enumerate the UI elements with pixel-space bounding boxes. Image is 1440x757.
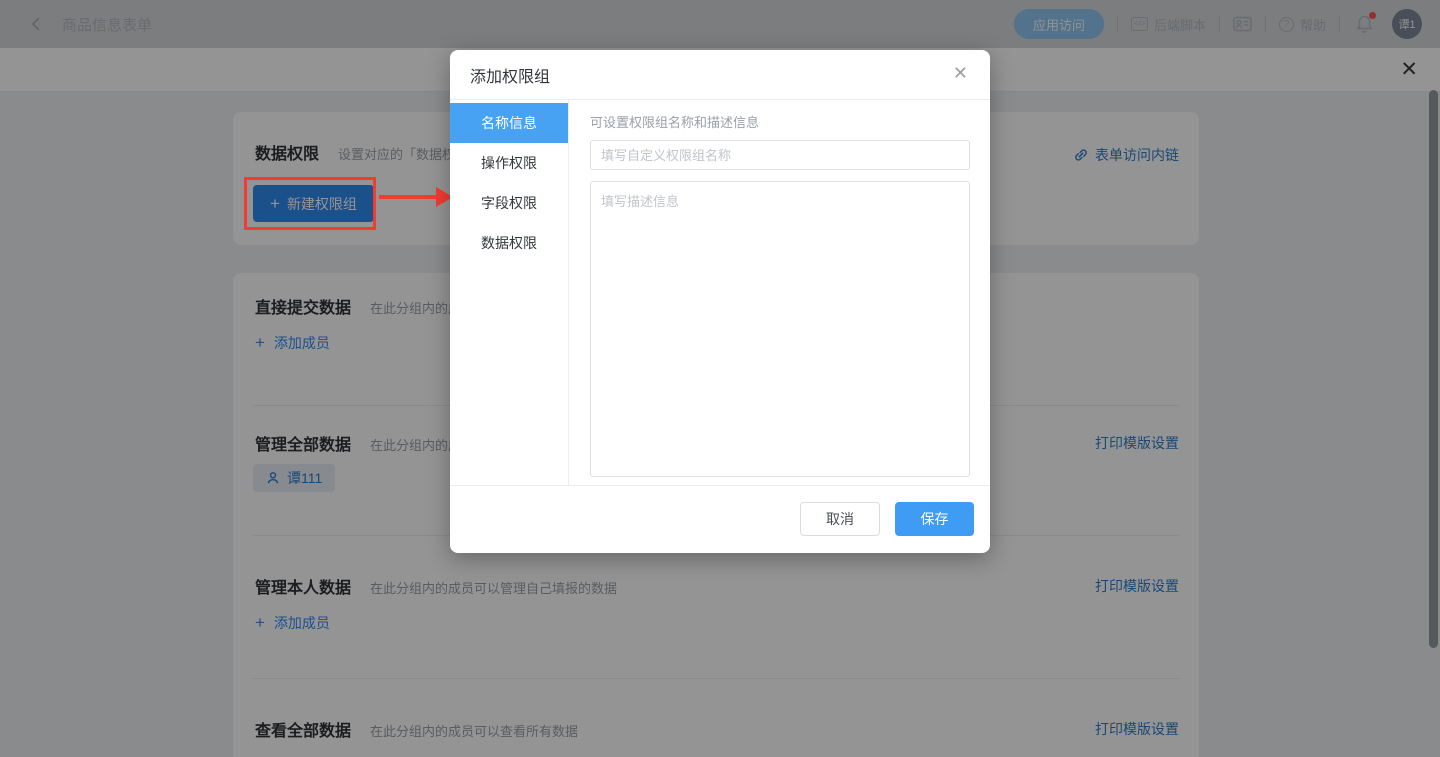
- annotation-highlight-box: [244, 177, 376, 230]
- modal-tabs: 名称信息 操作权限 字段权限 数据权限: [450, 100, 569, 485]
- save-button[interactable]: 保存: [895, 502, 974, 536]
- group-name-input[interactable]: [590, 140, 970, 170]
- tab-data-permission[interactable]: 数据权限: [450, 223, 568, 263]
- add-permission-group-modal: 添加权限组 ✕ 名称信息 操作权限 字段权限 数据权限 可设置权限组名称和描述信…: [450, 50, 990, 553]
- modal-header: 添加权限组 ✕: [450, 50, 990, 100]
- scrollbar-thumb[interactable]: [1429, 90, 1438, 648]
- modal-body: 名称信息 操作权限 字段权限 数据权限 可设置权限组名称和描述信息: [450, 100, 990, 485]
- modal-close-icon[interactable]: ✕: [953, 63, 968, 84]
- modal-form: 可设置权限组名称和描述信息: [569, 100, 990, 485]
- tab-field-permission[interactable]: 字段权限: [450, 183, 568, 223]
- tab-name-info[interactable]: 名称信息: [450, 103, 568, 143]
- group-description-textarea[interactable]: [590, 181, 970, 477]
- tab-operation-permission[interactable]: 操作权限: [450, 143, 568, 183]
- modal-footer: 取消 保存: [450, 485, 990, 552]
- modal-title: 添加权限组: [470, 63, 550, 87]
- cancel-button[interactable]: 取消: [800, 502, 880, 536]
- form-hint: 可设置权限组名称和描述信息: [590, 112, 970, 131]
- annotation-arrow-line: [379, 195, 437, 199]
